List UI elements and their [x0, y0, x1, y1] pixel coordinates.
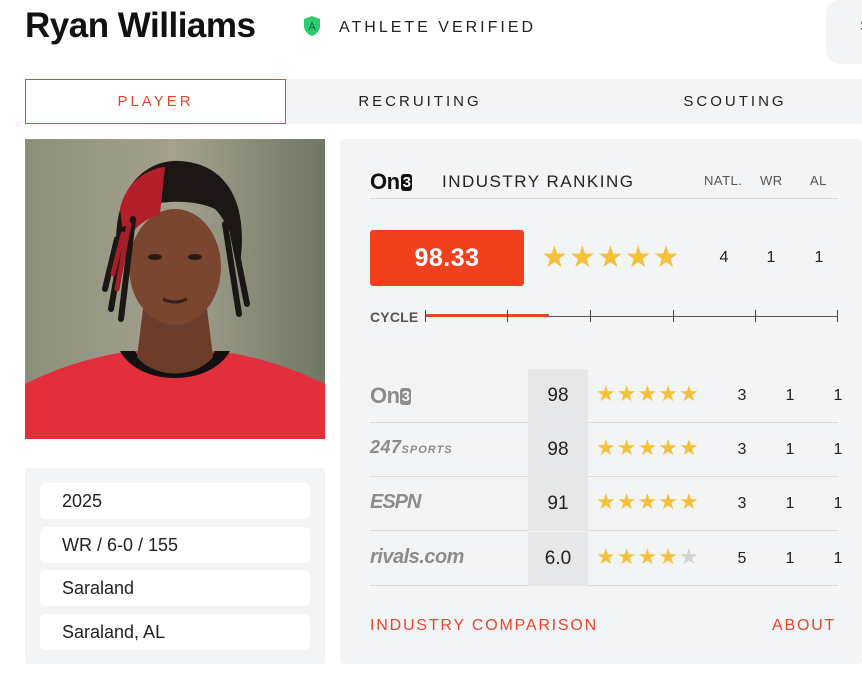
star-filled-icon: ★: [596, 381, 616, 406]
star-filled-icon: ★: [637, 544, 658, 569]
service-state-rank: 1: [833, 387, 843, 404]
service-score: 91: [528, 477, 588, 531]
class-year: 2025: [40, 483, 310, 519]
player-photo: [25, 139, 325, 439]
service-natl-rank: 5: [737, 550, 747, 567]
service-natl-rank: 3: [737, 441, 747, 458]
service-score: 98: [528, 369, 588, 423]
verified-label: ATHLETE VERIFIED: [339, 19, 537, 36]
star-filled-icon: ★: [596, 241, 624, 274]
position-measurables: WR / 6-0 / 155: [40, 527, 310, 563]
industry-score: 98.33: [370, 230, 524, 286]
industry-comparison-link[interactable]: INDUSTRY COMPARISON: [370, 617, 598, 635]
star-filled-icon: ★: [658, 381, 678, 406]
service-position-rank: 1: [785, 550, 795, 567]
cycle-tick: [425, 310, 426, 322]
about-link[interactable]: ABOUT: [772, 617, 836, 635]
badge-letter: A: [308, 21, 316, 33]
star-empty-icon: ★: [678, 544, 699, 569]
rivals-logo-icon: rivals.com: [370, 546, 464, 568]
247sports-logo-icon: 247SPORTS: [370, 437, 453, 457]
service-position-rank: 1: [785, 441, 795, 458]
tab-recruiting[interactable]: RECRUITING: [305, 79, 535, 124]
service-row-rivals[interactable]: rivals.com 6.0 ★★★★★ 5 1 1: [370, 532, 842, 586]
ranking-title: INDUSTRY RANKING: [442, 172, 635, 191]
star-filled-icon: ★: [658, 489, 678, 514]
cycle-tick: [755, 310, 756, 322]
cycle-tick: [507, 310, 508, 322]
service-star-rating: ★★★★★: [596, 544, 700, 570]
star-filled-icon: ★: [541, 241, 568, 274]
service-state-rank: 1: [833, 550, 843, 567]
industry-position-rank: 1: [766, 249, 776, 266]
service-state-rank: 1: [833, 441, 843, 458]
cycle-tick: [837, 310, 838, 322]
star-filled-icon: ★: [658, 435, 678, 460]
star-filled-icon: ★: [637, 489, 658, 514]
profile-tabs: PLAYER RECRUITING SCOUTING: [25, 79, 862, 124]
service-star-rating: ★★★★★: [596, 489, 700, 515]
star-filled-icon: ★: [678, 381, 699, 406]
col-header-position: WR: [760, 173, 783, 188]
star-filled-icon: ★: [596, 435, 616, 460]
service-star-rating: ★★★★★: [596, 435, 700, 461]
player-info-panel: 2025 WR / 6-0 / 155 Saraland Saraland, A…: [25, 468, 325, 664]
search-box[interactable]: S: [826, 0, 862, 64]
tab-scouting[interactable]: SCOUTING: [620, 79, 850, 124]
star-filled-icon: ★: [616, 381, 637, 406]
service-position-rank: 1: [785, 495, 795, 512]
service-score: 6.0: [528, 532, 588, 586]
player-name: Ryan Williams: [25, 6, 256, 45]
star-filled-icon: ★: [616, 544, 637, 569]
service-star-rating: ★★★★★: [596, 381, 700, 407]
star-filled-icon: ★: [678, 489, 699, 514]
ranking-header: On 3 INDUSTRY RANKING NATL. WR AL: [370, 169, 838, 199]
cycle-label: CYCLE: [370, 309, 419, 325]
star-filled-icon: ★: [658, 544, 678, 569]
star-filled-icon: ★: [568, 241, 596, 274]
service-state-rank: 1: [833, 495, 843, 512]
cycle-progress-bar: [425, 314, 549, 317]
espn-logo-icon: ESPN: [370, 491, 421, 513]
service-natl-rank: 3: [737, 495, 747, 512]
star-filled-icon: ★: [624, 241, 652, 274]
star-filled-icon: ★: [616, 435, 637, 460]
star-filled-icon: ★: [616, 489, 637, 514]
star-filled-icon: ★: [596, 489, 616, 514]
service-score: 98: [528, 423, 588, 477]
star-filled-icon: ★: [637, 435, 658, 460]
service-natl-rank: 3: [737, 387, 747, 404]
verified-shield-icon: A: [304, 16, 320, 36]
on3-logo-icon: On 3: [370, 169, 413, 194]
star-filled-icon: ★: [652, 241, 680, 274]
star-filled-icon: ★: [678, 435, 699, 460]
col-header-natl: NATL.: [704, 173, 743, 188]
industry-state-rank: 1: [814, 249, 824, 266]
star-filled-icon: ★: [596, 544, 616, 569]
service-row-247sports[interactable]: 247SPORTS 98 ★★★★★ 3 1 1: [370, 423, 842, 477]
star-filled-icon: ★: [637, 381, 658, 406]
school-name: Saraland: [40, 570, 310, 606]
on3-logo-icon: On 3: [370, 383, 412, 408]
service-row-espn[interactable]: ESPN 91 ★★★★★ 3 1 1: [370, 477, 842, 531]
service-position-rank: 1: [785, 387, 795, 404]
service-row-on3[interactable]: On 3 98 ★★★★★ 3 1 1: [370, 369, 842, 423]
industry-natl-rank: 4: [719, 249, 729, 266]
hometown: Saraland, AL: [40, 614, 310, 650]
cycle-tick: [590, 310, 591, 322]
cycle-tick: [673, 310, 674, 322]
tab-player[interactable]: PLAYER: [25, 79, 286, 124]
col-header-state: AL: [810, 173, 827, 188]
industry-star-rating: ★★★★★: [541, 243, 681, 273]
